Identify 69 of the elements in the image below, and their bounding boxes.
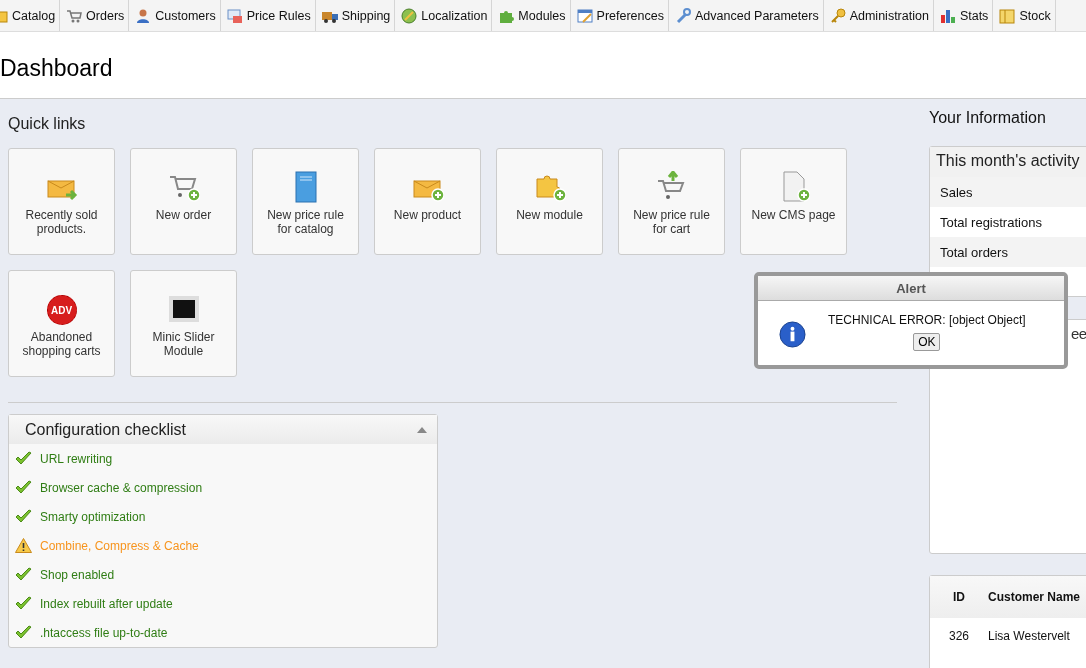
menu-label: Catalog	[12, 8, 56, 23]
quick-link-tile[interactable]: ADV Abandoned shopping carts	[8, 270, 115, 377]
checklist-item: Combine, Compress & Cache	[40, 538, 199, 553]
box-icon	[999, 7, 1016, 24]
activity-row: Sales	[930, 177, 1086, 207]
collapse-caret-icon[interactable]	[417, 426, 427, 433]
menu-tab[interactable]: Shipping	[315, 0, 396, 31]
menu-label: Orders	[86, 8, 125, 23]
info-icon	[779, 321, 806, 348]
screen-icon	[167, 293, 200, 325]
quick-link-tile[interactable]: New order	[130, 148, 237, 255]
menu-tab[interactable]: Modules	[492, 0, 571, 31]
checklist-item: Smarty optimization	[40, 509, 146, 524]
quick-link-tile[interactable]: New price rule for cart	[618, 148, 725, 255]
panel-title: This month's activity	[930, 147, 1086, 177]
key-icon	[829, 7, 846, 24]
quick-link-tile[interactable]: New module	[496, 148, 603, 255]
quick-link-tile[interactable]: New CMS page	[740, 148, 847, 255]
menu-label: Customers	[155, 8, 216, 23]
menu-label: Price Rules	[246, 8, 311, 23]
menu-label: Administration	[849, 8, 929, 23]
quick-link-tile[interactable]: New product	[374, 148, 481, 255]
menu-tab[interactable]: Administration	[823, 0, 934, 31]
adv-badge: ADV	[46, 295, 77, 325]
menu-label: Stats	[959, 8, 989, 23]
menu-tab[interactable]: Stats	[933, 0, 994, 31]
checklist-item: Browser cache & compression	[40, 480, 203, 495]
quick-link-tile[interactable]: Recently sold products.	[8, 148, 115, 255]
checklist-item: .htaccess file up-to-date	[40, 625, 168, 640]
wrench-icon	[675, 7, 691, 24]
menu-label: Advanced Parameters	[695, 8, 819, 23]
panel-title: Configuration checklist	[25, 420, 186, 439]
window-icon	[576, 7, 593, 24]
cart-icon	[66, 7, 83, 24]
menu-tab[interactable]: Localization	[395, 0, 493, 31]
column-header: ID	[952, 590, 966, 604]
activity-row-text: Total registrations	[939, 213, 1043, 232]
menu-label: Modules	[518, 8, 566, 23]
person-icon	[135, 7, 152, 24]
menu-tab[interactable]: Customers	[129, 0, 221, 31]
dialog-title: Alert	[758, 276, 1064, 301]
menu-tab[interactable]: Preferences	[570, 0, 669, 31]
menu-tab[interactable]: Stock	[993, 0, 1056, 31]
globe-icon	[401, 7, 418, 24]
menu-tab[interactable]: Orders	[60, 0, 130, 31]
alert-message: TECHNICAL ERROR: [object Object]	[828, 313, 1026, 327]
bar-chart-icon	[939, 7, 956, 24]
card-icon	[226, 7, 243, 24]
menu-label: Localization	[421, 8, 488, 23]
menu-label: Shipping	[341, 8, 391, 23]
checklist-item: URL rewriting	[40, 451, 113, 466]
panel-title: ee	[1071, 325, 1086, 344]
checklist-item: Index rebuilt after update	[40, 596, 173, 611]
menu-tab[interactable]: Catalog	[0, 0, 61, 31]
activity-row: Total orders	[930, 237, 1086, 267]
table-cell-text: 326	[948, 629, 970, 643]
menu-label: Stock	[1019, 8, 1051, 23]
quick-link-tile[interactable]: New price rule for catalog	[252, 148, 359, 255]
ok-button[interactable]: OK	[913, 333, 941, 351]
column-header: Customer Name	[988, 590, 1082, 604]
page-title: Dashboard	[0, 54, 113, 82]
section-title: Your Information	[929, 109, 1047, 127]
table-cell-text: Lisa Westervelt	[988, 629, 1071, 643]
menu-label: Preferences	[596, 8, 664, 23]
section-title: Quick links	[8, 115, 87, 133]
quick-link-tile[interactable]: Minic Slider Module	[130, 270, 237, 377]
menu-tab[interactable]: Advanced Parameters	[669, 0, 824, 31]
menu-tab[interactable]: Price Rules	[220, 0, 316, 31]
checklist-item: Shop enabled	[40, 567, 115, 582]
